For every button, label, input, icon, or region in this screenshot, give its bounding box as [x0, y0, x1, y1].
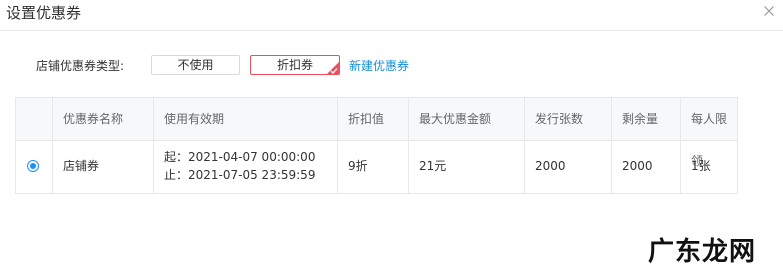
table-row[interactable]: 店铺券 起：2021-04-07 00:00:00 止：2021-07-05 2… — [16, 140, 737, 193]
header-select — [16, 98, 52, 140]
close-icon[interactable] — [760, 2, 778, 20]
cell-remaining: 2000 — [611, 140, 680, 193]
header-discount: 折扣值 — [337, 98, 408, 140]
header-max-amount: 最大优惠金额 — [408, 98, 524, 140]
coupon-table: 优惠券名称 使用有效期 折扣值 最大优惠金额 发行张数 剩余量 每人限领 店铺券… — [15, 97, 738, 194]
cell-coupon-name: 店铺券 — [52, 140, 153, 193]
cell-limit: 1张 — [680, 140, 737, 193]
header-coupon-name: 优惠券名称 — [52, 98, 153, 140]
valid-to-text: 止：2021-07-05 23:59:59 — [164, 168, 316, 182]
header-validity: 使用有效期 — [153, 98, 337, 140]
new-coupon-link[interactable]: 新建优惠券 — [349, 58, 409, 74]
dialog-title: 设置优惠券 — [6, 4, 82, 22]
table-header-row: 优惠券名称 使用有效期 折扣值 最大优惠金额 发行张数 剩余量 每人限领 — [16, 98, 737, 168]
cell-max-amount: 21元 — [408, 140, 524, 193]
header-divider — [0, 30, 783, 31]
option-not-use-button[interactable]: 不使用 — [151, 55, 240, 75]
cell-issued: 2000 — [524, 140, 611, 193]
cell-validity: 起：2021-04-07 00:00:00 止：2021-07-05 23:59… — [153, 140, 337, 193]
header-remaining: 剩余量 — [611, 98, 680, 140]
option-discount-coupon-button[interactable]: 折扣券 — [250, 55, 340, 75]
watermark-logo: 广东龙网 — [648, 237, 757, 267]
check-icon — [330, 68, 338, 74]
cell-discount: 9折 — [337, 140, 408, 193]
row-select-radio[interactable] — [27, 160, 39, 172]
header-limit: 每人限领 — [680, 98, 737, 168]
valid-from-text: 起：2021-04-07 00:00:00 — [164, 150, 316, 164]
coupon-type-label: 店铺优惠券类型: — [36, 59, 125, 73]
option-discount-coupon-label: 折扣券 — [276, 58, 313, 72]
header-issued: 发行张数 — [524, 98, 611, 140]
select-cell — [16, 140, 52, 193]
